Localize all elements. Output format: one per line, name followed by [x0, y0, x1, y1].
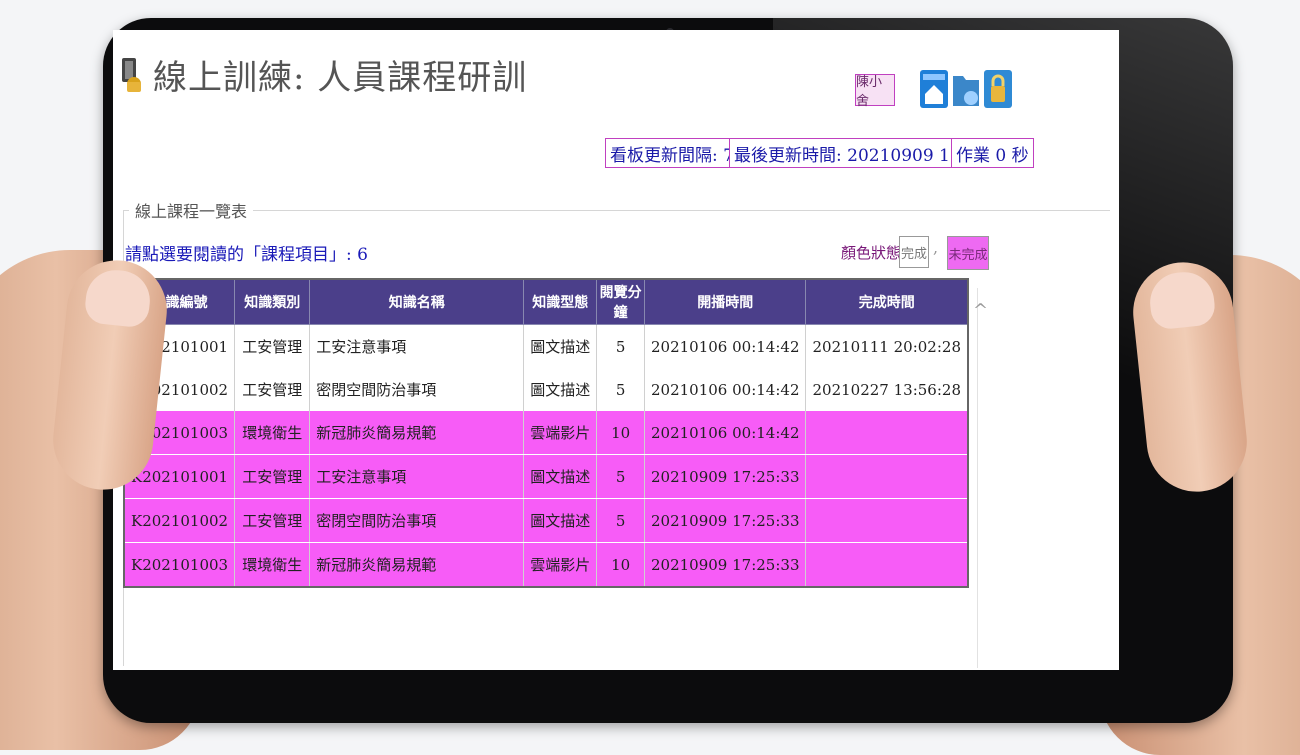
header-name[interactable]: 知識名稱 [309, 278, 525, 325]
header-category[interactable]: 知識類別 [234, 278, 311, 325]
table-header-row: 知識編號 知識類別 知識名稱 知識型態 閱覽分鐘 開播時間 完成時間 [123, 278, 969, 325]
status-done-swatch: 完成 [899, 236, 929, 268]
cell-category: 工安管理 [234, 498, 311, 543]
user-badge[interactable]: 陳小舍 [855, 74, 895, 109]
cell-name[interactable]: 密閉空間防治事項 [309, 368, 525, 411]
cell-category: 工安管理 [234, 368, 311, 411]
table-row[interactable]: K202101001 工安管理 工安注意事項 圖文描述 5 20210909 1… [123, 454, 969, 499]
tablet-screen: 線上訓練: 人員課程研訓 陳小舍 看板更新間隔: 7 秒 最後更新時間: 202… [113, 30, 1119, 670]
folder-icon[interactable] [951, 66, 981, 110]
cell-start: 20210909 17:25:33 [643, 454, 807, 499]
cell-done [805, 498, 969, 543]
page-title: 線上訓練: 人員課程研訓 [153, 58, 528, 98]
cell-type: 雲端影片 [523, 542, 598, 588]
cell-minutes: 5 [596, 454, 645, 499]
table-row[interactable]: K202101003 環境衛生 新冠肺炎簡易規範 雲端影片 10 2021090… [123, 542, 969, 588]
cell-done [805, 542, 969, 588]
cell-category: 環境衛生 [234, 542, 311, 588]
panel-legend: 線上課程一覽表 [129, 198, 254, 222]
cell-category: 工安管理 [234, 324, 311, 368]
cell-minutes: 5 [596, 498, 645, 543]
cell-done [805, 411, 969, 455]
table-row[interactable]: K202101002 工安管理 密閉空間防治事項 圖文描述 5 20210909… [123, 498, 969, 543]
cell-done: 20210227 13:56:28 [805, 368, 969, 411]
cell-minutes: 10 [596, 542, 645, 588]
scrollbar-track[interactable] [977, 288, 978, 668]
course-prompt: 請點選要閱讀的「課程項目」: 6 [125, 245, 368, 265]
header-start[interactable]: 開播時間 [643, 278, 807, 325]
cell-minutes: 5 [596, 324, 645, 368]
course-table: 知識編號 知識類別 知識名稱 知識型態 閱覽分鐘 開播時間 完成時間 K2021… [123, 278, 969, 588]
job-timer-info: 作業 0 秒 [951, 138, 1034, 168]
cell-done [805, 454, 969, 499]
cell-start: 20210909 17:25:33 [643, 542, 807, 588]
cell-name[interactable]: 新冠肺炎簡易規範 [309, 542, 525, 588]
cell-name[interactable]: 新冠肺炎簡易規範 [309, 411, 525, 455]
header-minutes[interactable]: 閱覽分鐘 [596, 278, 645, 325]
lock-icon[interactable] [983, 66, 1013, 110]
scroll-up-icon[interactable]: ^ [973, 300, 988, 321]
cell-start: 20210106 00:14:42 [643, 368, 807, 411]
lock-key-icon [122, 58, 141, 92]
table-row[interactable]: K202101002 工安管理 密閉空間防治事項 圖文描述 5 20210106… [123, 368, 969, 411]
cell-name[interactable]: 密閉空間防治事項 [309, 498, 525, 543]
cell-start: 20210106 00:14:42 [643, 324, 807, 368]
cell-done: 20210111 20:02:28 [805, 324, 969, 368]
cell-name[interactable]: 工安注意事項 [309, 454, 525, 499]
cell-id: K202101003 [123, 542, 236, 588]
cell-type: 圖文描述 [523, 368, 598, 411]
table-row[interactable]: K202101001 工安管理 工安注意事項 圖文描述 5 20210106 0… [123, 324, 969, 368]
cell-id: K202101002 [123, 498, 236, 543]
cell-type: 圖文描述 [523, 324, 598, 368]
cell-type: 雲端影片 [523, 411, 598, 455]
status-separator: , [933, 238, 939, 257]
cell-minutes: 5 [596, 368, 645, 411]
cell-category: 工安管理 [234, 454, 311, 499]
cell-name[interactable]: 工安注意事項 [309, 324, 525, 368]
home-icon[interactable] [919, 66, 949, 110]
cell-type: 圖文描述 [523, 454, 598, 499]
cell-start: 20210106 00:14:42 [643, 411, 807, 455]
header-type[interactable]: 知識型態 [523, 278, 598, 325]
status-undone-swatch: 未完成 [947, 236, 989, 270]
header-done[interactable]: 完成時間 [805, 278, 969, 325]
cell-start: 20210909 17:25:33 [643, 498, 807, 543]
cell-category: 環境衛生 [234, 411, 311, 455]
cell-minutes: 10 [596, 411, 645, 455]
color-status-label: 顏色狀態: [841, 244, 907, 262]
table-row[interactable]: K202101003 環境衛生 新冠肺炎簡易規範 雲端影片 10 2021010… [123, 411, 969, 455]
cell-type: 圖文描述 [523, 498, 598, 543]
